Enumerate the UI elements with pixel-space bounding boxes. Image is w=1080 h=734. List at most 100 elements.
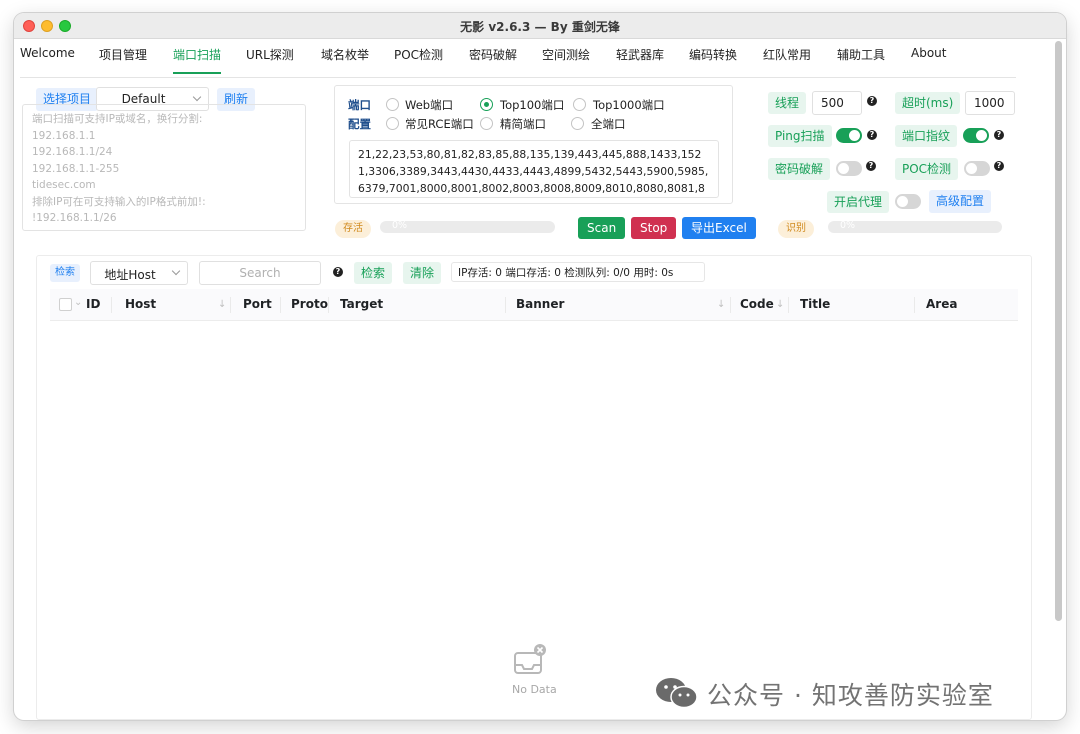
radio-web-ports[interactable] <box>386 98 399 111</box>
column-divider <box>914 297 915 313</box>
column-header-area[interactable]: Area <box>926 297 957 311</box>
column-divider <box>111 297 112 313</box>
chevron-down-icon <box>192 92 202 102</box>
targets-placeholder-line: tidesec.com <box>32 179 96 191</box>
radio-top1000-ports-label: Top1000端口 <box>593 98 665 112</box>
targets-placeholder-line: 192.168.1.1 <box>32 129 96 142</box>
threads-help-icon[interactable]: ? <box>867 96 877 106</box>
advanced-config-button[interactable]: 高级配置 <box>929 190 992 213</box>
radio-all-ports[interactable] <box>571 117 584 130</box>
column-divider <box>230 297 231 313</box>
clear-button[interactable]: 清除 <box>403 262 442 284</box>
scan-stats: IP存活: 0 端口存活: 0 检测队列: 0/0 用时: 0s <box>451 262 705 282</box>
column-header-banner[interactable]: Banner <box>516 297 564 311</box>
radio-web-ports-label: Web端口 <box>405 98 454 112</box>
identify-progress-bar: 0% <box>828 221 1002 233</box>
sort-icon[interactable]: ↓ <box>776 299 784 310</box>
select-all-checkbox[interactable] <box>59 298 72 311</box>
targets-input[interactable]: 端口扫描可支持IP或域名，换行分割: 192.168.1.1 192.168.1… <box>22 104 306 231</box>
sort-icon[interactable]: ↓ <box>717 299 725 310</box>
identify-pill: 识别 <box>778 220 814 238</box>
scan-button[interactable]: Scan <box>578 217 626 239</box>
wechat-icon <box>656 678 698 709</box>
targets-placeholder-line: 排除IP可在可支持输入的IP格式前加!: <box>32 195 206 208</box>
radio-simple-ports-label: 精简端口 <box>500 117 546 131</box>
port-list-input[interactable]: 21,22,23,53,80,81,82,83,85,88,135,139,44… <box>349 140 719 198</box>
tab-domain-enum[interactable]: 域名枚举 <box>321 46 369 72</box>
column-header-host[interactable]: Host <box>125 297 156 311</box>
vertical-scrollbar[interactable] <box>1055 41 1062 621</box>
chevron-down-icon[interactable]: ⌄ <box>74 297 82 308</box>
main-tabs: Welcome 项目管理 端口扫描 URL探测 域名枚举 POC检测 密码破解 … <box>20 36 1016 78</box>
alive-pill: 存活 <box>335 220 371 238</box>
column-divider <box>328 297 329 313</box>
targets-placeholder-line: 192.168.1.1/24 <box>32 146 113 158</box>
export-excel-button[interactable]: 导出Excel <box>682 217 756 239</box>
password-crack-label: 密码破解 <box>768 158 831 180</box>
sort-icon[interactable]: ↓ <box>218 299 226 310</box>
column-divider <box>280 297 281 313</box>
search-help-icon[interactable]: ? <box>333 267 343 277</box>
targets-placeholder-line: !192.168.1.1/26 <box>32 212 117 224</box>
poc-help-icon[interactable]: ? <box>994 161 1004 171</box>
timeout-input[interactable]: 1000 <box>965 91 1015 115</box>
tab-encoding[interactable]: 编码转换 <box>689 46 737 72</box>
tab-port-scan[interactable]: 端口扫描 <box>173 46 222 74</box>
filter-field-select[interactable]: 地址Host <box>90 261 188 285</box>
tab-password-crack[interactable]: 密码破解 <box>469 46 517 72</box>
port-config-label-1: 端口 <box>348 98 371 112</box>
tab-welcome[interactable]: Welcome <box>20 46 75 69</box>
password-crack-toggle[interactable] <box>836 161 862 176</box>
radio-simple-ports[interactable] <box>480 117 493 130</box>
tab-space-mapping[interactable]: 空间测绘 <box>542 46 590 72</box>
column-divider <box>505 297 506 313</box>
port-config-panel: 端口 配置 Web端口 Top100端口 Top1000端口 常见RCE端口 精… <box>334 85 733 204</box>
search-button[interactable]: 检索 <box>354 262 393 284</box>
table-header: ⌄ ID Host ↓ Port Proto Target Banner ↓ C… <box>50 289 1018 321</box>
column-header-port[interactable]: Port <box>243 297 272 311</box>
radio-rce-ports[interactable] <box>386 117 399 130</box>
tab-about[interactable]: About <box>911 46 946 69</box>
fingerprint-help-icon[interactable]: ? <box>994 130 1004 140</box>
radio-top100-ports[interactable] <box>480 98 493 111</box>
poc-detect-toggle[interactable] <box>964 161 990 176</box>
radio-all-ports-label: 全端口 <box>591 117 626 131</box>
proxy-label: 开启代理 <box>827 191 890 213</box>
search-input[interactable]: Search <box>199 261 321 285</box>
ping-help-icon[interactable]: ? <box>867 130 877 140</box>
stop-button[interactable]: Stop <box>631 217 677 239</box>
threads-label: 线程 <box>768 92 807 114</box>
crack-help-icon[interactable]: ? <box>866 161 876 171</box>
proxy-toggle[interactable] <box>895 194 921 209</box>
radio-top1000-ports[interactable] <box>573 98 586 111</box>
poc-detect-label: POC检测 <box>895 158 959 180</box>
threads-input[interactable]: 500 <box>812 91 862 115</box>
ping-scan-label: Ping扫描 <box>768 125 832 147</box>
tab-project-management[interactable]: 项目管理 <box>99 46 147 72</box>
port-fingerprint-toggle[interactable] <box>963 128 989 143</box>
radio-rce-ports-label: 常见RCE端口 <box>405 117 474 131</box>
tab-redteam[interactable]: 红队常用 <box>763 46 811 72</box>
column-header-title[interactable]: Title <box>800 297 830 311</box>
column-header-code[interactable]: Code <box>740 297 774 311</box>
radio-top100-ports-label: Top100端口 <box>500 98 565 112</box>
column-header-proto[interactable]: Proto <box>291 297 328 311</box>
port-config-label-2: 配置 <box>348 117 371 131</box>
window-title: 无影 v2.6.3 — By 重剑无锋 <box>460 20 620 34</box>
timeout-label: 超时(ms) <box>895 92 961 114</box>
alive-progress-bar: 0% <box>380 221 555 233</box>
tab-poc-detect[interactable]: POC检测 <box>394 46 443 72</box>
targets-placeholder-line: 192.168.1.1-255 <box>32 162 120 175</box>
watermark: 公众号 · 知攻善防实验室 <box>655 674 1055 710</box>
no-data-text: No Data <box>512 683 557 696</box>
ping-scan-toggle[interactable] <box>836 128 862 143</box>
column-header-target[interactable]: Target <box>340 297 383 311</box>
column-header-id[interactable]: ID <box>86 297 100 311</box>
port-fingerprint-label: 端口指纹 <box>895 125 958 147</box>
tab-light-arsenal[interactable]: 轻武器库 <box>616 46 664 72</box>
identify-progress-text: 0% <box>840 221 856 231</box>
tab-url-probe[interactable]: URL探测 <box>246 46 294 72</box>
watermark-text: 公众号 · 知攻善防实验室 <box>707 681 994 710</box>
alive-progress-text: 0% <box>392 221 408 231</box>
tab-aux-tools[interactable]: 辅助工具 <box>837 46 885 72</box>
